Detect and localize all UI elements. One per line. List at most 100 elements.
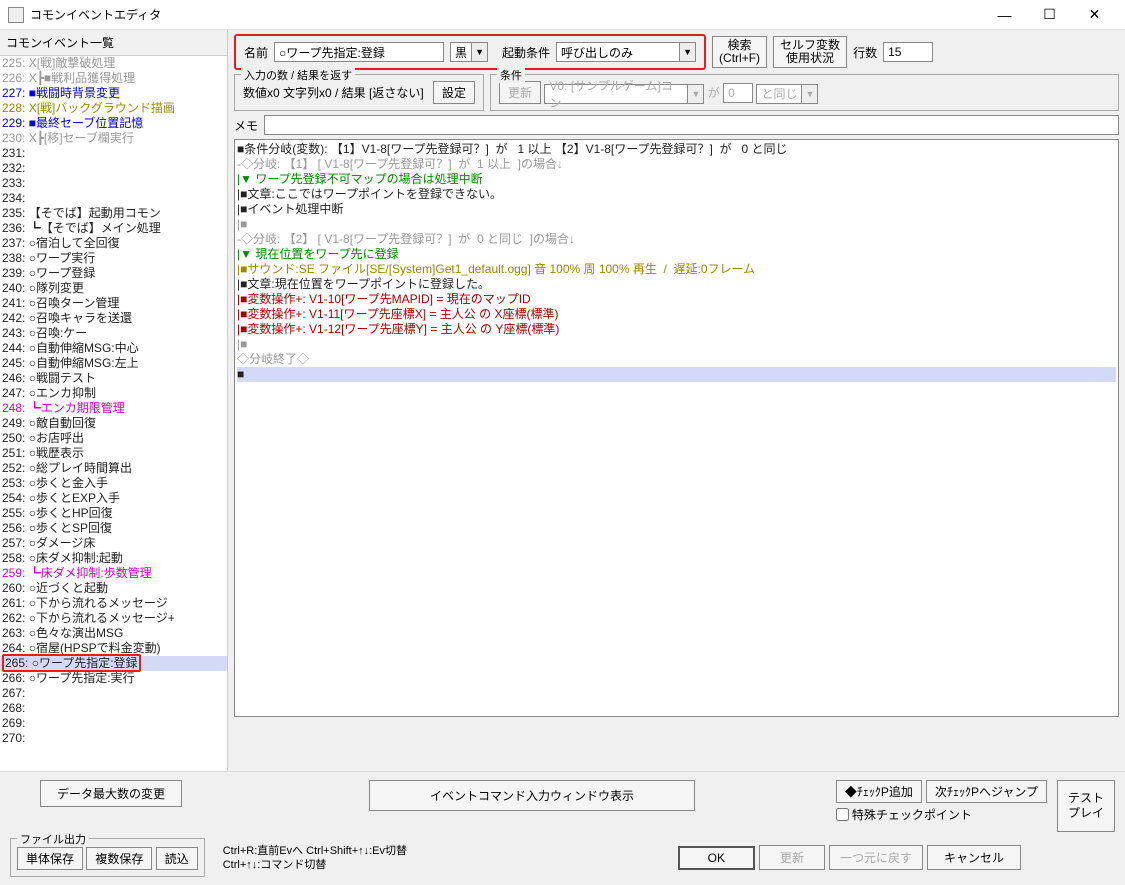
lines-input[interactable] bbox=[883, 42, 933, 62]
code-line[interactable]: ■ bbox=[237, 367, 1116, 382]
cancel-button[interactable]: キャンセル bbox=[927, 845, 1021, 870]
code-line[interactable]: |▼ ワープ先登録不可マップの場合は処理中断 bbox=[237, 172, 1116, 187]
event-row[interactable]: 262: ○下から流れるメッセージ+ bbox=[0, 611, 227, 626]
event-row[interactable]: 256: ○歩くとSP回復 bbox=[0, 521, 227, 536]
event-row[interactable]: 255: ○歩くとHP回復 bbox=[0, 506, 227, 521]
special-checkpoint-checkbox[interactable]: 特殊チェックポイント bbox=[836, 806, 1047, 823]
event-row[interactable]: 261: ○下から流れるメッセージ bbox=[0, 596, 227, 611]
add-checkpoint-button[interactable]: ◆ﾁｪｯｸP追加 bbox=[836, 780, 922, 803]
titlebar: コモンイベントエディタ ― ☐ ✕ bbox=[0, 0, 1125, 30]
event-row[interactable]: 265: ○ワープ先指定:登録 bbox=[0, 656, 227, 671]
data-max-button[interactable]: データ最大数の変更 bbox=[40, 780, 182, 807]
right-panel: 名前 黒 ▼ 起動条件 呼び出しのみ ▼ 検索 (Ctrl+F) セルフ変数 使… bbox=[228, 30, 1125, 775]
left-panel: コモンイベント一覧 225: X[戦]敵撃破処理226: X┣■戦利品獲得処理2… bbox=[0, 30, 228, 775]
code-area[interactable]: ■条件分岐(変数): 【1】V1-8[ワープ先登録可？] が 1 以上 【2】V… bbox=[234, 139, 1119, 717]
event-row[interactable]: 242: ○召喚キャラを送還 bbox=[0, 311, 227, 326]
condition-update-button[interactable]: 更新 bbox=[499, 81, 541, 104]
memo-input[interactable] bbox=[264, 115, 1119, 135]
minimize-button[interactable]: ― bbox=[982, 1, 1027, 29]
event-row[interactable]: 228: X[戦]バックグラウンド描画 bbox=[0, 101, 227, 116]
event-row[interactable]: 252: ○総プレイ時間算出 bbox=[0, 461, 227, 476]
search-button[interactable]: 検索 (Ctrl+F) bbox=[712, 36, 767, 68]
event-row[interactable]: 257: ○ダメージ床 bbox=[0, 536, 227, 551]
code-line[interactable]: |■文章:現在位置をワープポイントに登録した。 bbox=[237, 277, 1116, 292]
event-row[interactable]: 229: ■最終セーブ位置記憶 bbox=[0, 116, 227, 131]
code-line[interactable]: |■イベント処理中断 bbox=[237, 202, 1116, 217]
event-row[interactable]: 267: bbox=[0, 686, 227, 701]
undo-button[interactable]: 一つ元に戻す bbox=[829, 845, 923, 870]
code-line[interactable]: |■ bbox=[237, 217, 1116, 232]
single-save-button[interactable]: 単体保存 bbox=[17, 847, 83, 870]
condition-op-value: と同じ bbox=[757, 85, 801, 102]
event-row[interactable]: 237: ○宿泊して全回復 bbox=[0, 236, 227, 251]
event-row[interactable]: 250: ○お店呼出 bbox=[0, 431, 227, 446]
code-line[interactable]: |■変数操作+: V1-12[ワープ先座標Y] = 主人公 の Y座標(標準) bbox=[237, 322, 1116, 337]
code-line[interactable]: |■変数操作+: V1-10[ワープ先MAPID] = 現在のマップID bbox=[237, 292, 1116, 307]
multi-save-button[interactable]: 複数保存 bbox=[86, 847, 152, 870]
event-row[interactable]: 263: ○色々な演出MSG bbox=[0, 626, 227, 641]
bottom-area: データ最大数の変更 イベントコマンド入力ウィンドウ表示 ◆ﾁｪｯｸP追加 次ﾁｪ… bbox=[0, 771, 1125, 885]
event-row[interactable]: 238: ○ワープ実行 bbox=[0, 251, 227, 266]
trigger-value: 呼び出しのみ bbox=[557, 44, 679, 61]
event-row[interactable]: 253: ○歩くと金入手 bbox=[0, 476, 227, 491]
event-row[interactable]: 239: ○ワープ登録 bbox=[0, 266, 227, 281]
event-row[interactable]: 231: bbox=[0, 146, 227, 161]
event-row[interactable]: 259: ┗床ダメ抑制:歩数管理 bbox=[0, 566, 227, 581]
code-line[interactable]: |■ bbox=[237, 337, 1116, 352]
event-row[interactable]: 244: ○自動伸縮MSG:中心 bbox=[0, 341, 227, 356]
special-checkpoint-input[interactable] bbox=[836, 808, 849, 821]
trigger-combo[interactable]: 呼び出しのみ ▼ bbox=[556, 42, 696, 62]
event-row[interactable]: 268: bbox=[0, 701, 227, 716]
event-row[interactable]: 251: ○戦歴表示 bbox=[0, 446, 227, 461]
event-row[interactable]: 232: bbox=[0, 161, 227, 176]
code-line[interactable]: -◇分岐: 【2】 [ V1-8[ワープ先登録可？] が 0 と同じ ]の場合↓ bbox=[237, 232, 1116, 247]
event-row[interactable]: 246: ○戦闘テスト bbox=[0, 371, 227, 386]
ok-button[interactable]: OK bbox=[678, 846, 755, 870]
event-row[interactable]: 227: ■戦闘時背景変更 bbox=[0, 86, 227, 101]
file-output-legend: ファイル出力 bbox=[17, 831, 89, 847]
event-row[interactable]: 248: ┗エンカ期限管理 bbox=[0, 401, 227, 416]
event-row[interactable]: 233: bbox=[0, 176, 227, 191]
event-row[interactable]: 230: X┣[移]セーブ欄実行 bbox=[0, 131, 227, 146]
event-row[interactable]: 260: ○近づくと起動 bbox=[0, 581, 227, 596]
event-row[interactable]: 249: ○敵自動回復 bbox=[0, 416, 227, 431]
code-line[interactable]: |■サウンド:SE ファイル[SE/[System]Get1_default.o… bbox=[237, 262, 1116, 277]
event-row[interactable]: 226: X┣■戦利品獲得処理 bbox=[0, 71, 227, 86]
chevron-down-icon: ▼ bbox=[471, 43, 487, 61]
event-row[interactable]: 254: ○歩くとEXP入手 bbox=[0, 491, 227, 506]
event-row[interactable]: 225: X[戦]敵撃破処理 bbox=[0, 56, 227, 71]
event-row[interactable]: 236: ┗【そでば】メイン処理 bbox=[0, 221, 227, 236]
event-row[interactable]: 240: ○隊列変更 bbox=[0, 281, 227, 296]
event-row[interactable]: 235: 【そでば】起動用コモン bbox=[0, 206, 227, 221]
event-list[interactable]: 225: X[戦]敵撃破処理226: X┣■戦利品獲得処理227: ■戦闘時背景… bbox=[0, 56, 227, 775]
event-row[interactable]: 270: bbox=[0, 731, 227, 746]
event-row[interactable]: 241: ○召喚ターン管理 bbox=[0, 296, 227, 311]
event-row[interactable]: 258: ○床ダメ抑制:起動 bbox=[0, 551, 227, 566]
load-button[interactable]: 読込 bbox=[156, 847, 198, 870]
event-row[interactable]: 266: ○ワープ先指定:実行 bbox=[0, 671, 227, 686]
io-setting-button[interactable]: 設定 bbox=[433, 81, 475, 104]
event-row[interactable]: 245: ○自動伸縮MSG:左上 bbox=[0, 356, 227, 371]
event-row[interactable]: 243: ○召喚:ケー bbox=[0, 326, 227, 341]
selfvar-button[interactable]: セルフ変数 使用状況 bbox=[773, 36, 847, 68]
next-checkpoint-button[interactable]: 次ﾁｪｯｸPへジャンプ bbox=[926, 780, 1047, 803]
condition-num-input[interactable] bbox=[723, 83, 753, 103]
code-line[interactable]: |■変数操作+: V1-11[ワープ先座標X] = 主人公 の X座標(標準) bbox=[237, 307, 1116, 322]
cmd-window-button[interactable]: イベントコマンド入力ウィンドウ表示 bbox=[369, 780, 695, 811]
code-line[interactable]: -◇分岐: 【1】 [ V1-8[ワープ先登録可？] が 1 以上 ]の場合↓ bbox=[237, 157, 1116, 172]
update-button[interactable]: 更新 bbox=[759, 845, 825, 870]
event-row[interactable]: 234: bbox=[0, 191, 227, 206]
code-line[interactable]: ■条件分岐(変数): 【1】V1-8[ワープ先登録可？] が 1 以上 【2】V… bbox=[237, 142, 1116, 157]
maximize-button[interactable]: ☐ bbox=[1027, 1, 1072, 29]
event-row[interactable]: 247: ○エンカ抑制 bbox=[0, 386, 227, 401]
code-line[interactable]: |▼ 現在位置をワープ先に登録 bbox=[237, 247, 1116, 262]
name-input[interactable] bbox=[274, 42, 444, 62]
close-button[interactable]: ✕ bbox=[1072, 1, 1117, 29]
code-line[interactable]: ◇分岐終了◇ bbox=[237, 352, 1116, 367]
color-combo[interactable]: 黒 ▼ bbox=[450, 42, 488, 62]
condition-op-combo[interactable]: と同じ ▼ bbox=[756, 84, 818, 104]
event-row[interactable]: 269: bbox=[0, 716, 227, 731]
test-play-button[interactable]: テスト プレイ bbox=[1057, 780, 1115, 832]
code-line[interactable]: |■文章:ここではワープポイントを登録できない。 bbox=[237, 187, 1116, 202]
condition-var-combo[interactable]: V0: [サンプルゲーム]コン ▼ bbox=[544, 84, 704, 104]
